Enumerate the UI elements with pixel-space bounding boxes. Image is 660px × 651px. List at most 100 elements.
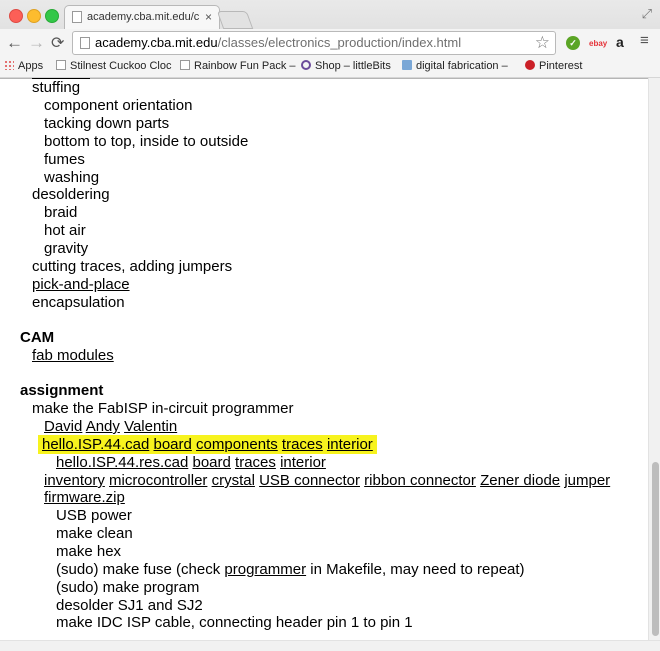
step-make-program: (sudo) make program <box>56 579 200 596</box>
bookmark-rainbow[interactable]: Rainbow Fun Pack – <box>180 60 296 72</box>
firmware-zip-link[interactable]: firmware.zip <box>44 489 125 506</box>
ebay-extension-icon[interactable]: ebay <box>589 39 607 48</box>
new-tab-button[interactable] <box>216 11 254 29</box>
people-links: David Andy Valentin <box>44 418 177 436</box>
interior-link[interactable]: interior <box>327 436 373 453</box>
step-make-hex: make hex <box>56 543 122 560</box>
address-bar[interactable]: academy.cba.mit.edu/classes/electronics_… <box>72 31 556 55</box>
zener-diode-link[interactable]: Zener diode <box>480 472 560 489</box>
step-make-clean: make clean <box>56 525 133 542</box>
pick-and-place-link[interactable]: pick-and-place <box>32 276 130 293</box>
hello-isp-44-res-cad-link[interactable]: hello.ISP.44.res.cad <box>56 454 188 471</box>
close-window-button[interactable] <box>9 9 23 23</box>
evernote-extension-icon[interactable]: ✓ <box>566 36 580 50</box>
firmware-row: firmware.zip <box>44 489 125 507</box>
fullscreen-icon[interactable]: ⤢ <box>642 6 652 22</box>
browser-chrome: academy.cba.mit.edu/class × ⤢ ← → ⟳ acad… <box>0 0 660 79</box>
list-item: tacking down parts <box>44 115 170 132</box>
res-links-row: hello.ISP.44.res.cad board traces interi… <box>56 454 326 472</box>
assignment-intro: make the FabISP in-circuit programmer <box>32 400 294 417</box>
littlebits-icon <box>301 60 311 70</box>
bookmark-littlebits[interactable]: Shop – littleBits <box>301 60 391 72</box>
bookmark-label: digital fabrication – <box>416 60 508 72</box>
res-traces-link[interactable]: traces <box>235 454 276 471</box>
ribbon-connector-link[interactable]: ribbon connector <box>364 472 476 489</box>
fab-modules-link[interactable]: fab modules <box>32 347 114 364</box>
step-text: in Makefile, may need to repeat) <box>306 561 525 578</box>
zoom-window-button[interactable] <box>45 9 59 23</box>
bookmark-label: Apps <box>18 60 44 72</box>
bookmark-label: Shop – littleBits <box>315 60 391 72</box>
bookmark-stilnest[interactable]: Stilnest Cuckoo Cloc <box>56 60 172 72</box>
menu-icon[interactable]: ≡ <box>640 32 649 49</box>
crystal-link[interactable]: crystal <box>212 472 255 489</box>
board-link[interactable]: board <box>153 436 191 453</box>
step-text: (sudo) make fuse (check <box>56 561 225 578</box>
page-icon <box>56 60 66 70</box>
list-item: bottom to top, inside to outside <box>44 133 249 150</box>
microcontroller-link[interactable]: microcontroller <box>109 472 207 489</box>
list-item: component orientation <box>44 97 193 114</box>
back-icon[interactable]: ← <box>6 33 23 53</box>
list-item: braid <box>44 204 78 221</box>
browser-tab[interactable]: academy.cba.mit.edu/class × <box>64 5 220 29</box>
components-link[interactable]: components <box>196 436 278 453</box>
highlight-box: hello.ISP.44.cad board components traces… <box>38 435 377 454</box>
list-item: cutting traces, adding jumpers <box>32 258 233 275</box>
tab-title: academy.cba.mit.edu/class <box>87 11 199 23</box>
horizontal-scrollbar[interactable] <box>0 640 660 651</box>
heading-cam: CAM <box>20 329 55 346</box>
section-desoldering: desoldering <box>32 186 110 203</box>
list-item: gravity <box>44 240 89 257</box>
cad-links-row: hello.ISP.44.cad board components traces… <box>38 435 377 454</box>
bookmarks-bar: Apps Stilnest Cuckoo Cloc Rainbow Fun Pa… <box>0 57 660 77</box>
toolbar: ← → ⟳ academy.cba.mit.edu/classes/electr… <box>0 29 660 57</box>
bookmark-label: Pinterest <box>539 60 583 72</box>
step-usb-power: USB power <box>56 507 132 524</box>
pick-and-place-row: pick-and-place <box>32 276 130 294</box>
amazon-extension-icon[interactable]: a <box>616 34 624 50</box>
bookmark-label: Rainbow Fun Pack – <box>194 60 296 72</box>
res-interior-link[interactable]: interior <box>280 454 326 471</box>
list-item: fumes <box>44 151 85 168</box>
step-idc-cable: make IDC ISP cable, connecting header pi… <box>56 614 413 631</box>
heading-assignment: assignment <box>20 382 104 399</box>
parts-links-row: inventory microcontroller crystal USB co… <box>44 472 610 490</box>
forward-icon[interactable]: → <box>28 33 45 53</box>
inventory-link[interactable]: inventory <box>44 472 105 489</box>
list-item: encapsulation <box>32 294 125 311</box>
bookmark-digital-fabrication[interactable]: digital fabrication – <box>402 60 508 72</box>
fab-modules-row: fab modules <box>32 347 114 365</box>
programmer-link[interactable]: programmer <box>224 561 306 578</box>
page-icon <box>72 11 82 23</box>
section-stuffing: stuffing <box>32 79 81 96</box>
apps-grid-icon <box>4 60 14 70</box>
person-link-valentin[interactable]: Valentin <box>124 418 177 435</box>
scrollbar-thumb[interactable] <box>652 462 659 636</box>
page-info-icon[interactable] <box>80 37 90 49</box>
vertical-scrollbar[interactable] <box>648 78 660 640</box>
list-item: hot air <box>44 222 86 239</box>
bookmark-apps[interactable]: Apps <box>4 60 43 72</box>
step-make-fuse: (sudo) make fuse (check programmer in Ma… <box>56 561 525 579</box>
bookmark-star-icon[interactable]: ☆ <box>535 33 550 53</box>
address-url[interactable]: academy.cba.mit.edu/classes/electronics_… <box>95 35 461 50</box>
res-board-link[interactable]: board <box>192 454 230 471</box>
reload-icon[interactable]: ⟳ <box>51 33 64 53</box>
minimize-window-button[interactable] <box>27 9 41 23</box>
page-icon <box>180 60 190 70</box>
jumper-link[interactable]: jumper <box>564 472 610 489</box>
pinterest-icon <box>525 60 535 70</box>
step-desolder: desolder SJ1 and SJ2 <box>56 597 203 614</box>
page-content: stuffing component orientation tacking d… <box>0 78 648 640</box>
usb-connector-link[interactable]: USB connector <box>259 472 360 489</box>
hello-isp-44-cad-link[interactable]: hello.ISP.44.cad <box>42 436 149 453</box>
url-path: /classes/electronics_production/index.ht… <box>217 35 462 50</box>
traces-link[interactable]: traces <box>282 436 323 453</box>
tab-close-icon[interactable]: × <box>205 10 212 24</box>
person-link-andy[interactable]: Andy <box>86 418 120 435</box>
bookmark-pinterest[interactable]: Pinterest <box>525 60 582 72</box>
bookmark-label: Stilnest Cuckoo Cloc <box>70 60 172 72</box>
url-host: academy.cba.mit.edu <box>95 35 218 50</box>
person-link-david[interactable]: David <box>44 418 82 435</box>
